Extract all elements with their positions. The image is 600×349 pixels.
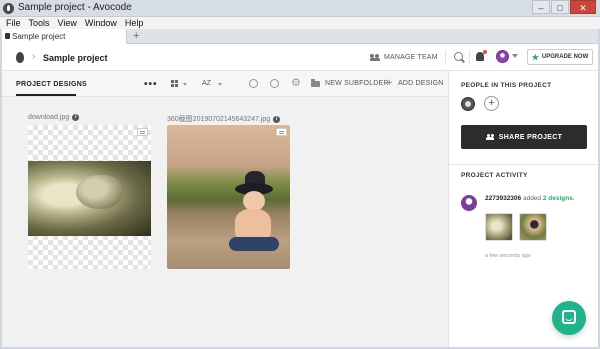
maximize-button[interactable]: □ [551,0,569,14]
activity-timestamp: a few seconds ago [485,253,531,259]
design-card-label: download.jpg i [28,114,80,121]
chevron-down-icon[interactable] [512,54,518,58]
more-options-button[interactable]: ••• [144,79,158,90]
chevron-down-icon[interactable] [183,83,187,86]
avatar[interactable] [461,97,475,111]
design-filename[interactable]: download.jpg [28,114,69,121]
photo-detail [243,191,265,211]
avatar[interactable] [461,195,477,211]
design-card-label: 360截图20190702145643247.jpg i [167,114,281,124]
manage-team-button[interactable]: MANAGE TEAM [370,54,438,61]
page-title: Sample project [43,53,108,63]
upgrade-button[interactable]: ★ UPGRADE NOW [527,49,593,65]
upgrade-label: UPGRADE NOW [541,54,589,60]
activity-heading: PROJECT ACTIVITY [461,172,528,179]
menu-bar: File Tools View Window Help [0,17,600,29]
user-avatar[interactable] [496,50,509,63]
close-button[interactable]: ✕ [570,0,596,14]
tab-bar: Sample project + [2,29,598,44]
app-area: › Sample project MANAGE TEAM ★ UPGRADE N… [2,44,599,347]
activity-user[interactable]: 2273932306 [485,195,521,202]
info-icon[interactable]: i [273,115,281,123]
search-icon[interactable] [454,52,463,61]
divider [445,50,446,65]
menu-window[interactable]: Window [85,17,117,29]
activity-entry: 2273932306 added 2 designs. [485,195,575,202]
add-design-button[interactable]: ADD DESIGN [398,80,444,87]
refresh-icon[interactable] [249,79,258,88]
photo-detail [229,237,279,251]
star-icon: ★ [531,52,539,62]
info-icon[interactable]: i [72,114,80,121]
designs-toolbar: PROJECT DESIGNS ••• AZ ⚙ NEW SUBFOLDER +… [2,71,448,97]
team-icon [370,54,380,61]
gear-icon[interactable]: ⚙ [291,78,301,89]
window-title: Sample project - Avocode [18,2,132,13]
designs-grid: download.jpg i 360截图20190702145643247.jp… [2,97,448,347]
active-tab-indicator [16,94,76,96]
chevron-down-icon[interactable] [218,83,222,86]
activity-object-link[interactable]: 2 designs [543,195,573,202]
notification-dot [483,50,487,54]
sort-dropdown[interactable]: AZ [202,80,211,87]
activity-action: added [521,195,543,202]
manage-team-label: MANAGE TEAM [384,54,438,61]
window-controls: – □ ✕ [531,0,596,14]
comment-icon[interactable] [276,128,287,136]
comment-icon[interactable] [137,128,148,136]
add-member-button[interactable]: + [484,96,499,111]
tab-project-designs[interactable]: PROJECT DESIGNS [16,81,87,88]
new-tab-button[interactable]: + [133,29,139,43]
sync-icon[interactable] [270,79,279,88]
activity-suffix: . [572,195,575,202]
menu-file[interactable]: File [6,17,21,29]
activity-thumbnail[interactable] [485,213,513,241]
share-project-button[interactable]: SHARE PROJECT [461,125,587,149]
design-thumbnail[interactable] [167,125,290,269]
minimize-button[interactable]: – [532,0,550,14]
folder-icon[interactable] [311,79,320,87]
design-thumbnail[interactable] [28,125,151,269]
tab-sample-project[interactable]: Sample project [2,29,127,44]
new-subfolder-button[interactable]: NEW SUBFOLDER [325,80,389,87]
grid-view-icon[interactable] [171,80,178,87]
plus-icon[interactable]: + [386,77,392,89]
avocode-logo-icon[interactable] [16,52,24,63]
divider [449,164,599,165]
menu-help[interactable]: Help [125,17,144,29]
people-heading: PEOPLE IN THIS PROJECT [461,82,552,89]
share-icon [485,134,494,140]
activity-thumbnail[interactable] [519,213,547,241]
avocode-app-icon [3,3,14,14]
window-titlebar: Sample project - Avocode – □ ✕ [0,0,600,17]
chat-icon[interactable] [552,301,586,335]
menu-view[interactable]: View [58,17,77,29]
design-filename[interactable]: 360截图20190702145643247.jpg [167,114,270,124]
menu-tools[interactable]: Tools [29,17,50,29]
share-project-label: SHARE PROJECT [498,133,563,141]
cat-image [28,161,151,236]
breadcrumb-separator-icon: › [32,51,36,62]
top-nav: › Sample project MANAGE TEAM ★ UPGRADE N… [2,44,598,71]
divider [469,50,470,65]
